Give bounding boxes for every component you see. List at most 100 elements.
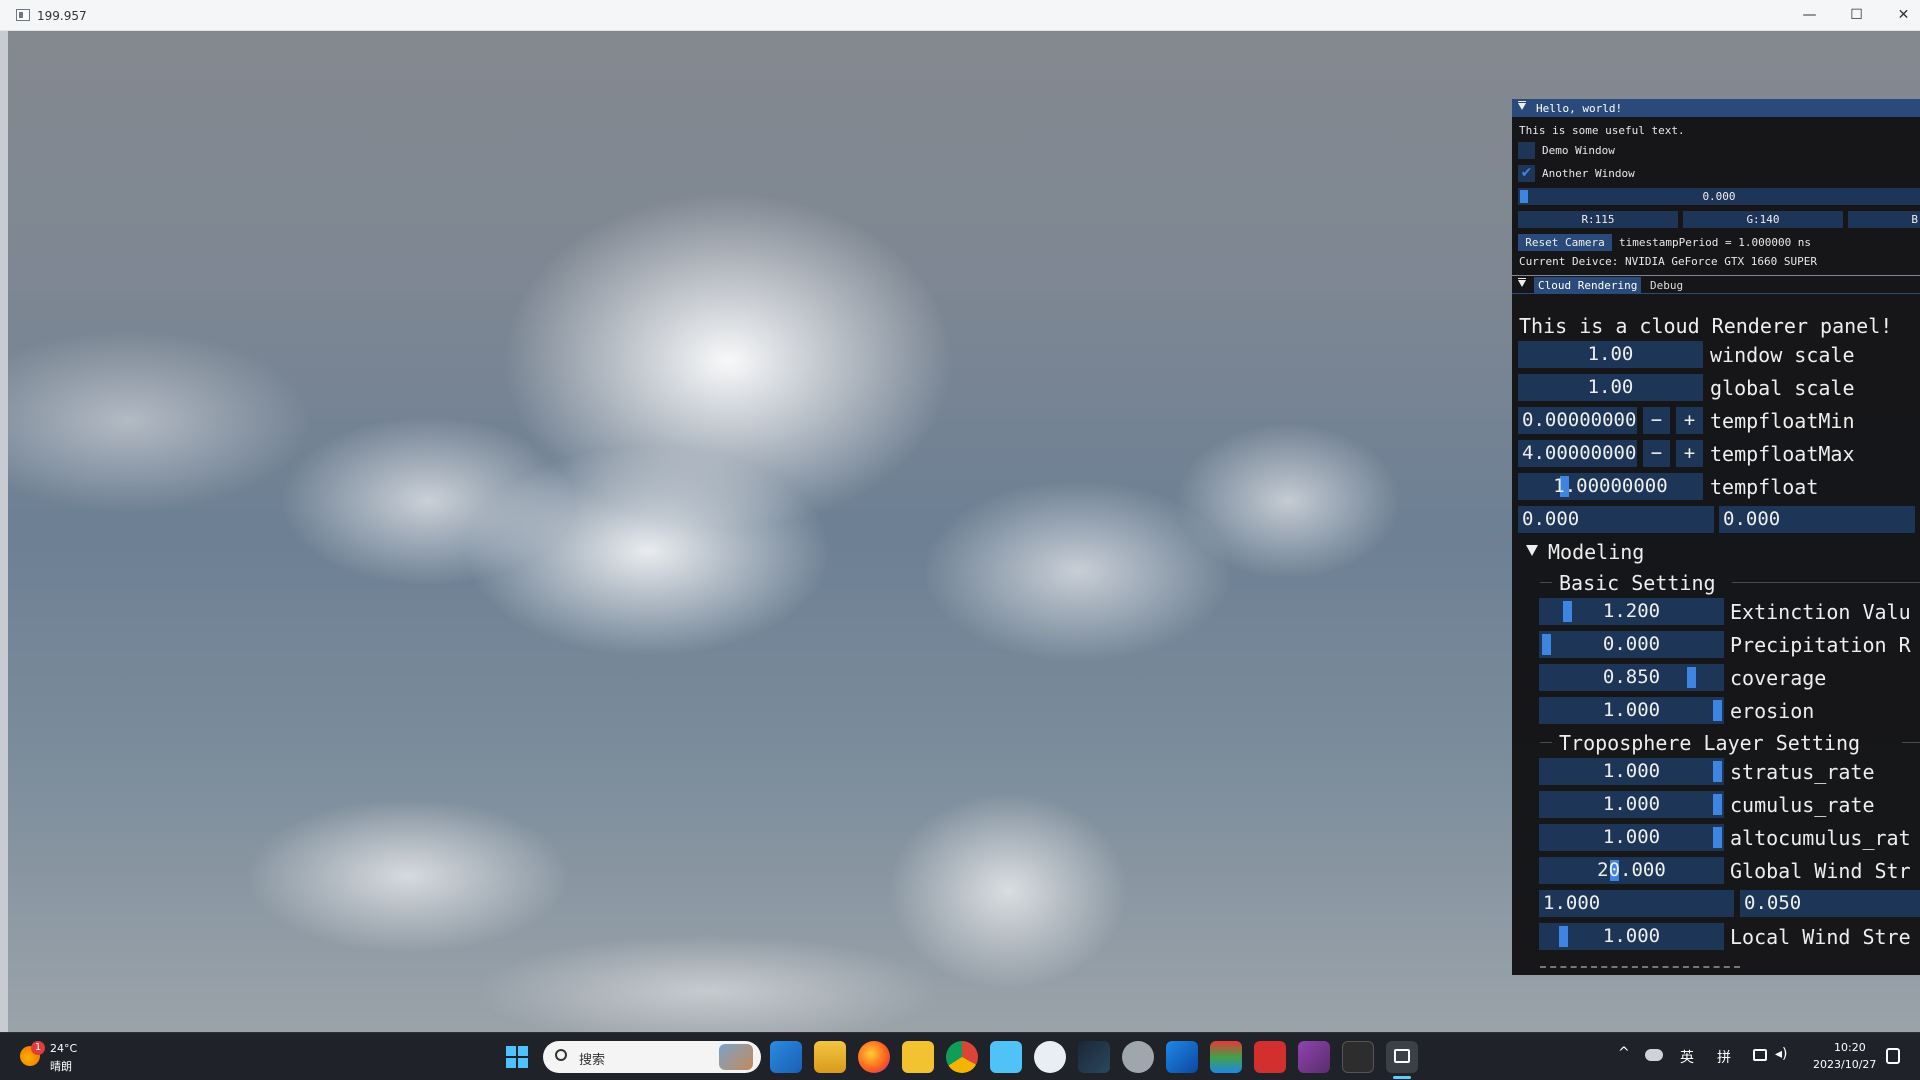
global-scale-slider[interactable]: 1.00 (1518, 374, 1703, 401)
cloud-rendering-window: Cloud Rendering Debug This is a cloud Re… (1512, 276, 1920, 975)
cumulus-rate-slider[interactable]: 1.000 (1539, 791, 1724, 818)
tempfloat-value: 1.00000000 (1553, 475, 1668, 497)
network-icon[interactable] (1753, 1049, 1767, 1061)
window-header-title: Hello, world! (1536, 102, 1623, 115)
erosion-slider[interactable]: 1.000 (1539, 697, 1724, 724)
tempfloatmin-input[interactable]: 0.00000000 (1518, 407, 1637, 434)
slider-grab[interactable] (1713, 794, 1722, 815)
clipped-header (1540, 966, 1740, 970)
tempfloatmax-plus-button[interactable]: + (1676, 440, 1703, 467)
cloud-tray-icon[interactable] (1645, 1049, 1663, 1061)
wind-x-field[interactable]: 1.000 (1539, 890, 1734, 917)
maximize-button[interactable]: ☐ (1833, 0, 1880, 31)
timestamp-text: timestampPeriod = 1.000000 ns (1619, 236, 1812, 249)
tempfloatmin-minus-button[interactable]: − (1643, 407, 1670, 434)
minimize-button[interactable]: — (1786, 0, 1833, 31)
tempfloatmin-plus-button[interactable]: + (1676, 407, 1703, 434)
window-header[interactable]: Hello, world! (1512, 99, 1920, 117)
notification-bell-icon[interactable] (1886, 1048, 1900, 1064)
tab-debug[interactable]: Debug (1650, 279, 1683, 292)
weather-desc[interactable]: 晴朗 (50, 1058, 72, 1074)
coverage-slider[interactable]: 0.850 (1539, 664, 1724, 691)
separator (1732, 582, 1920, 583)
panel-text: This is a cloud Renderer panel! (1519, 314, 1893, 338)
tempfloatmax-label: tempfloatMax (1710, 442, 1855, 466)
demo-window-checkbox[interactable] (1518, 142, 1535, 159)
search-placeholder: 搜索 (579, 1053, 606, 1068)
vector-x-field[interactable]: 0.000 (1518, 506, 1714, 533)
local-wind-value: 1.000 (1602, 925, 1661, 947)
modeling-arrow-icon[interactable] (1526, 545, 1538, 556)
collapse-arrow-icon[interactable] (1518, 101, 1526, 110)
notes-app-icon[interactable] (902, 1041, 934, 1073)
another-window-checkbox[interactable]: ✔ (1518, 165, 1535, 182)
slider-grab[interactable] (1713, 827, 1722, 848)
vector-y-field[interactable]: 0.000 (1719, 506, 1915, 533)
tab-cloud-rendering[interactable]: Cloud Rendering (1534, 277, 1642, 294)
wps-icon[interactable] (1254, 1041, 1286, 1073)
search-icon (555, 1049, 567, 1061)
chrome-icon[interactable] (946, 1041, 978, 1073)
tempfloat-slider[interactable]: 1.00000000 (1518, 473, 1703, 500)
modeling-header[interactable]: Modeling (1548, 540, 1644, 564)
device-text: Current Deivce: NVIDIA GeForce GTX 1660 … (1519, 255, 1818, 268)
ime-mode-pinyin[interactable]: 拼 (1717, 1047, 1731, 1067)
clock-date[interactable]: 2023/10/27 (1813, 1058, 1876, 1071)
mail-icon[interactable] (770, 1041, 802, 1073)
file-explorer-icon[interactable] (814, 1041, 846, 1073)
wind-y-field[interactable]: 0.050 (1740, 890, 1920, 917)
weather-temp[interactable]: 24°C (50, 1042, 77, 1055)
volume-icon[interactable]: ◂) (1775, 1046, 1788, 1062)
reset-camera-button[interactable]: Reset Camera (1518, 234, 1612, 251)
tempfloatmax-minus-button[interactable]: − (1643, 440, 1670, 467)
altocumulus-rate-slider[interactable]: 1.000 (1539, 824, 1724, 851)
slider-grab[interactable] (1559, 926, 1569, 947)
active-app-icon[interactable] (1386, 1041, 1418, 1073)
color-g-field[interactable]: G:140 (1683, 211, 1843, 228)
app-icon-blue[interactable] (1034, 1041, 1066, 1073)
float-slider[interactable]: 0.000 (1518, 188, 1920, 205)
slider-grab[interactable] (1687, 667, 1697, 688)
color-b-field[interactable]: B (1848, 211, 1920, 228)
slider-grab[interactable] (1713, 700, 1722, 721)
winrar-icon[interactable] (1210, 1041, 1242, 1073)
stratus-rate-slider[interactable]: 1.000 (1539, 758, 1724, 785)
tempfloatmax-input[interactable]: 4.00000000 (1518, 440, 1637, 467)
tempfloat-label: tempfloat (1710, 475, 1819, 499)
extinction-slider[interactable]: 1.200 (1539, 598, 1724, 625)
clock-time[interactable]: 10:20 (1834, 1041, 1866, 1054)
another-window-label: Another Window (1542, 167, 1635, 180)
color-r-field[interactable]: R:115 (1518, 211, 1678, 228)
separator (1902, 742, 1920, 743)
chevron-up-icon[interactable]: ^ (1618, 1045, 1630, 1061)
global-wind-value: 20.000 (1597, 859, 1666, 881)
window-scale-slider[interactable]: 1.00 (1518, 341, 1703, 368)
altocumulus-rate-value: 1.000 (1602, 826, 1661, 848)
slider-grab[interactable] (1542, 634, 1551, 655)
slider-grab[interactable] (1562, 601, 1572, 622)
extinction-value: 1.200 (1602, 600, 1661, 622)
firefox-icon[interactable] (858, 1041, 890, 1073)
notepad-icon[interactable] (990, 1041, 1022, 1073)
stratus-rate-value: 1.000 (1602, 760, 1661, 782)
start-icon[interactable] (506, 1046, 528, 1068)
slider-grab[interactable] (1713, 761, 1722, 782)
coverage-value: 0.850 (1602, 666, 1661, 688)
ime-mode-english[interactable]: 英 (1680, 1047, 1694, 1067)
close-button[interactable]: ✕ (1880, 0, 1920, 31)
collapse-arrow-icon[interactable] (1518, 278, 1526, 287)
title-bar[interactable]: 199.957 — ☐ ✕ (0, 0, 1920, 31)
precipitation-slider[interactable]: 0.000 (1539, 631, 1724, 658)
global-wind-slider[interactable]: 20.000 (1539, 857, 1724, 884)
app-icon-arrow[interactable] (1166, 1041, 1198, 1073)
precipitation-value: 0.000 (1602, 633, 1661, 655)
terminal-icon[interactable] (1342, 1041, 1374, 1073)
weather-badge: 1 (31, 1041, 45, 1055)
slider-grab[interactable] (1520, 190, 1528, 203)
visual-studio-icon[interactable] (1298, 1041, 1330, 1073)
erosion-value: 1.000 (1602, 699, 1661, 721)
avatar-app-icon[interactable] (1122, 1041, 1154, 1073)
steam-icon[interactable] (1078, 1041, 1110, 1073)
local-wind-slider[interactable]: 1.000 (1539, 923, 1724, 950)
search-box[interactable]: 搜索 (543, 1041, 761, 1073)
